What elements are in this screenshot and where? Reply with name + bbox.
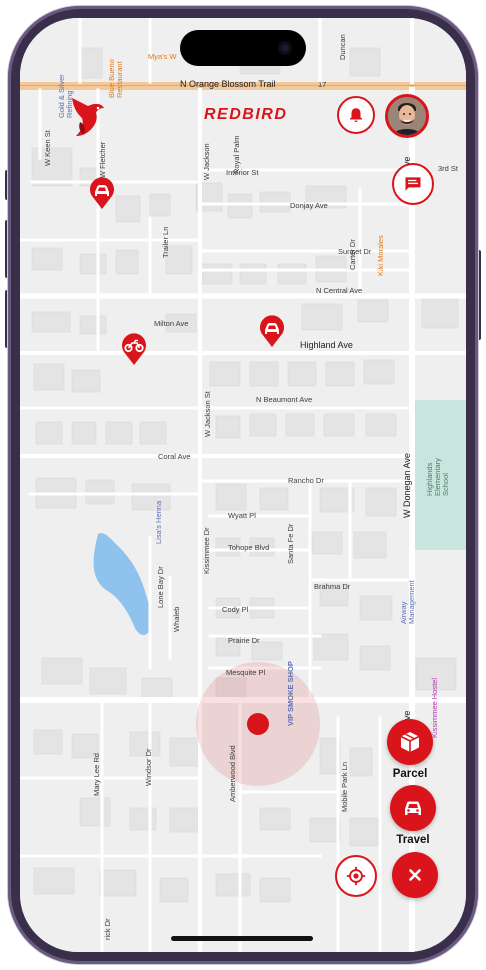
- locate-me-button[interactable]: [335, 855, 377, 897]
- car-icon: [405, 801, 421, 815]
- travel-action[interactable]: Travel: [390, 785, 436, 846]
- street-label: Lone Bay Dr: [156, 566, 165, 608]
- street-label: W Keen St: [43, 130, 52, 166]
- car-marker[interactable]: [258, 314, 286, 348]
- home-indicator[interactable]: [171, 936, 313, 941]
- street-label: Mary Lee Rd: [92, 753, 101, 796]
- street-label: Highland Ave: [300, 340, 353, 350]
- profile-avatar[interactable]: [385, 94, 429, 138]
- street-label: N Central Ave: [316, 286, 363, 295]
- car-marker[interactable]: [88, 176, 116, 210]
- chat-icon: [405, 177, 421, 191]
- poi-blue-bueno[interactable]: Blue Bueno Restaurant: [107, 38, 124, 98]
- street-label: 17: [318, 80, 327, 89]
- poi-mya[interactable]: Mya's W: [148, 52, 177, 61]
- parcel-button[interactable]: [387, 719, 433, 765]
- travel-label: Travel: [396, 834, 430, 846]
- street-label: Kissimmee Dr: [202, 527, 211, 574]
- brand-wordmark: REDBIRD: [204, 106, 288, 123]
- user-avatar: [388, 97, 426, 135]
- poi-lisas-henna[interactable]: Lisa's Henna: [154, 501, 163, 544]
- crosshair-icon: [346, 866, 366, 886]
- street-label: Santa Fe Dr: [286, 523, 295, 564]
- redbird-logo[interactable]: [66, 94, 108, 138]
- street-label: Cody Pl: [222, 605, 249, 614]
- motorbike-marker[interactable]: [120, 332, 148, 366]
- street-label: W Jackson: [202, 143, 211, 180]
- street-label: Trailer Ln: [161, 226, 170, 258]
- box-icon: [400, 732, 420, 752]
- travel-button[interactable]: [390, 785, 436, 831]
- street-label: Prairie Dr: [228, 636, 260, 645]
- close-button[interactable]: [392, 852, 438, 898]
- street-label: Wyatt Pl: [228, 511, 256, 520]
- street-label: Coral Ave: [158, 452, 191, 461]
- street-label: Interior St: [226, 168, 259, 177]
- parcel-action[interactable]: Parcel: [387, 719, 433, 780]
- street-label: Rancho Dr: [288, 476, 324, 485]
- street-label: Mobile Park Ln: [340, 761, 349, 812]
- street-label: Amberwood Blvd: [228, 745, 237, 802]
- street-label: rick Dr: [103, 918, 112, 940]
- street-label: Mesquite Pl: [226, 668, 266, 677]
- poi-highlands-elementary[interactable]: Highlands Elementary School: [425, 436, 450, 496]
- app-screen: N Orange Blossom Trail Interior St Donja…: [20, 18, 466, 952]
- street-label: Milton Ave: [154, 319, 189, 328]
- street-label: W Donegan Ave: [402, 453, 412, 518]
- street-label: Carter Dr: [348, 239, 357, 270]
- street-label: Brahma Dr: [314, 582, 351, 591]
- street-label: Windsor Dr: [144, 748, 153, 786]
- street-label: Whaleb: [172, 606, 181, 632]
- street-label: N Beaumont Ave: [256, 395, 313, 404]
- poi-airway-management[interactable]: Airway Management: [399, 564, 416, 624]
- parcel-label: Parcel: [392, 768, 428, 780]
- street-label: N Orange Blossom Trail: [180, 79, 276, 89]
- close-icon: [409, 869, 421, 881]
- poi-vip-smoke-shop[interactable]: VIP SMOKE SHOP: [286, 661, 295, 726]
- poi-kiki-morales[interactable]: Kiki Morales: [376, 235, 385, 276]
- street-label: Donjay Ave: [290, 201, 328, 210]
- street-label: Royal Palm: [232, 135, 241, 174]
- dynamic-island: [180, 30, 306, 66]
- street-label: W Fletcher: [98, 141, 107, 178]
- notifications-button[interactable]: [337, 96, 375, 134]
- street-label: W Jackson St: [203, 391, 212, 437]
- bell-icon: [350, 108, 362, 123]
- street-label: 3rd St: [438, 164, 459, 173]
- street-label: Tohope Blvd: [228, 543, 270, 552]
- chat-button[interactable]: [392, 163, 434, 205]
- street-label: Duncan: [338, 34, 347, 60]
